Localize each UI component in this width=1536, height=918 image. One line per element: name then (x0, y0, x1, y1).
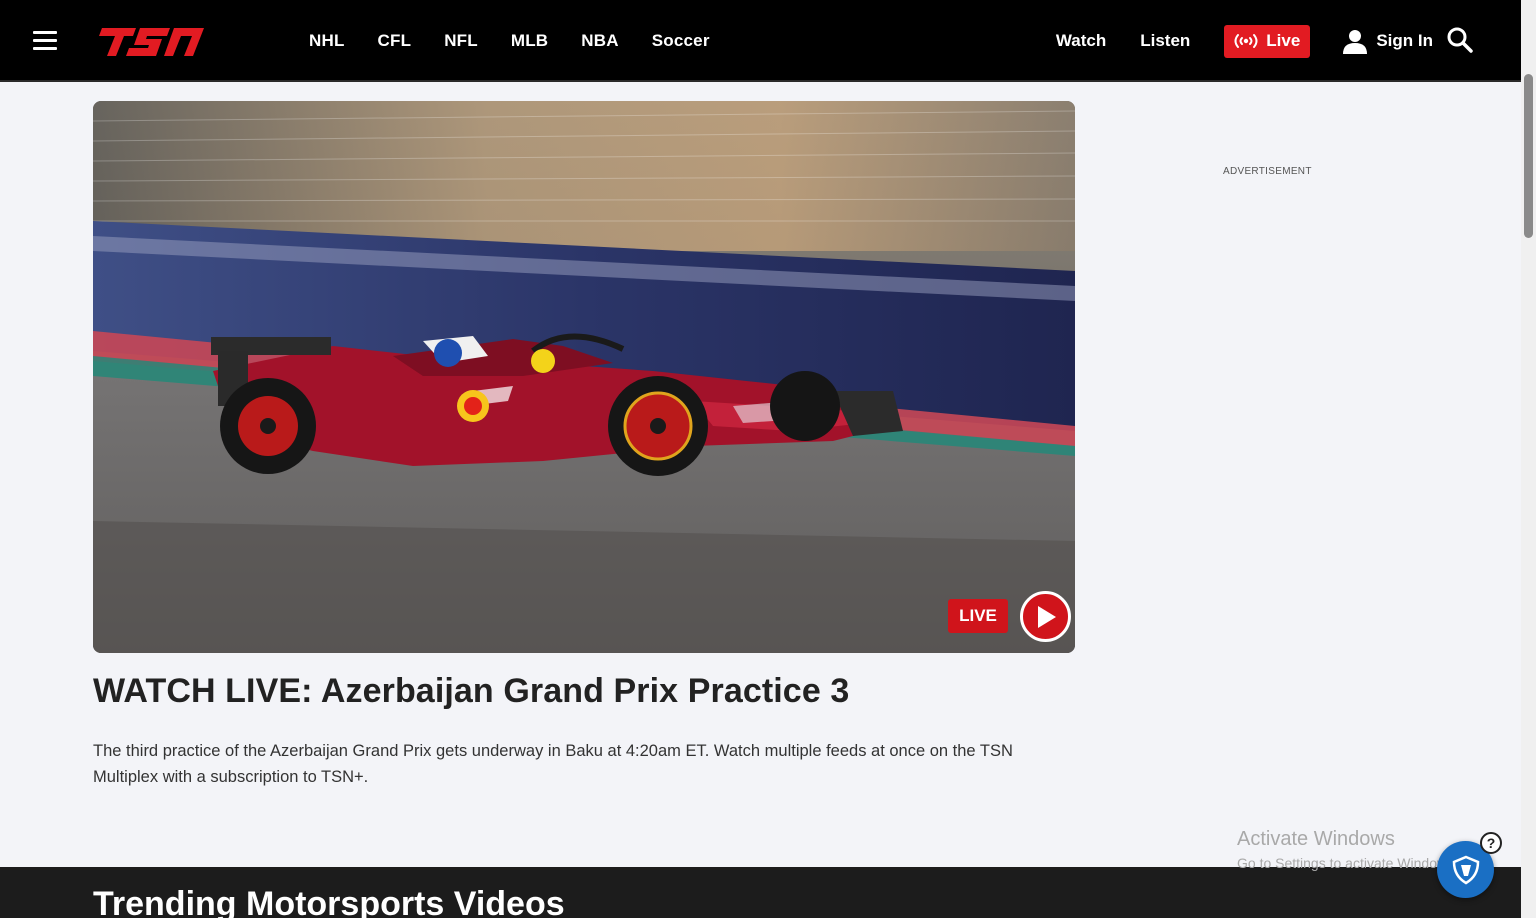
tsn-logo[interactable] (96, 22, 208, 62)
live-button[interactable]: Live (1224, 24, 1311, 58)
page-scrollbar[interactable] (1521, 0, 1536, 918)
f1-car-thumbnail (93, 101, 1075, 653)
sign-in-button[interactable]: Sign In (1342, 28, 1433, 54)
activate-subtitle: Go to Settings to activate Windows. (1237, 855, 1458, 871)
trending-title: Trending Motorsports Videos (93, 885, 565, 918)
hero-video-player[interactable]: LIVE (93, 101, 1075, 653)
nav-mlb[interactable]: MLB (511, 31, 548, 51)
activate-title: Activate Windows (1237, 828, 1395, 850)
play-icon (1037, 605, 1056, 628)
activate-windows-watermark: Activate Windows Go to Settings to activ… (1237, 828, 1458, 871)
nav-listen[interactable]: Listen (1140, 31, 1190, 51)
live-badge: LIVE (948, 599, 1008, 633)
article-summary: The third practice of the Azerbaijan Gra… (93, 742, 1013, 786)
play-button[interactable] (1020, 591, 1071, 642)
live-button-label: Live (1266, 31, 1301, 50)
help-icon[interactable]: ? (1480, 832, 1502, 854)
nav-nhl[interactable]: NHL (309, 31, 345, 51)
nav-cfl[interactable]: CFL (378, 31, 412, 51)
nav-watch[interactable]: Watch (1056, 31, 1106, 51)
shield-check-icon (1452, 855, 1479, 884)
top-navigation-bar: NHL CFL NFL MLB NBA Soccer Watch Listen … (0, 0, 1521, 82)
menu-icon[interactable] (33, 31, 57, 51)
scrollbar-thumb[interactable] (1524, 74, 1533, 238)
advertisement-label: ADVERTISEMENT (1223, 166, 1312, 177)
search-icon[interactable] (1446, 26, 1474, 54)
nav-nfl[interactable]: NFL (444, 31, 478, 51)
nav-nba[interactable]: NBA (581, 31, 618, 51)
user-icon (1343, 30, 1368, 54)
sports-nav: NHL CFL NFL MLB NBA Soccer (309, 0, 743, 82)
account-nav: Watch Listen Live Sign In (1022, 0, 1433, 82)
article-headline[interactable]: WATCH LIVE: Azerbaijan Grand Prix Practi… (93, 672, 849, 711)
sign-in-label: Sign In (1376, 31, 1433, 50)
nav-soccer[interactable]: Soccer (652, 31, 710, 51)
broadcast-icon (1234, 34, 1258, 48)
trending-section: Trending Motorsports Videos (0, 867, 1521, 918)
